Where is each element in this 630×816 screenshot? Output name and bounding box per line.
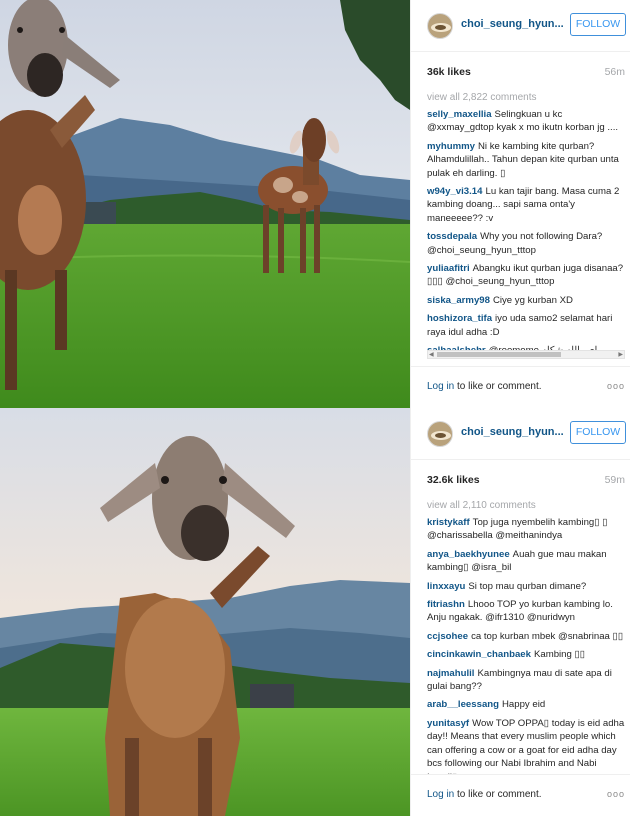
post-header: choi_seung_hyun... FOLLOW: [411, 408, 630, 460]
avatar[interactable]: [427, 13, 453, 39]
comment-item: myhummy Ni ke kambing kite qurban? Alhamd…: [427, 140, 625, 180]
comment-text: Ciye yg kurban XD: [492, 294, 573, 306]
likes-count: 32.6k likes: [427, 474, 480, 486]
scroll-right-icon[interactable]: ▶: [618, 351, 623, 358]
comment-username-link[interactable]: tossdepala: [427, 231, 477, 242]
login-prompt: Log in to like or comment.: [427, 381, 542, 392]
follow-button[interactable]: FOLLOW: [570, 13, 626, 36]
post-photo-2[interactable]: [0, 408, 410, 816]
comment-username-link[interactable]: linxxayu: [427, 581, 465, 592]
comment-text: Kambing ▯▯: [533, 649, 586, 661]
follow-button[interactable]: FOLLOW: [570, 421, 626, 444]
post-sidebar-1: choi_seung_hyun... FOLLOW 36k likes 56m …: [410, 0, 630, 408]
post-footer: Log in to like or comment. ooo: [411, 774, 630, 816]
scroll-thumb[interactable]: [437, 352, 561, 357]
post-photo-1[interactable]: [0, 0, 410, 408]
comment-username-link[interactable]: yunitasyf: [427, 718, 469, 729]
comment-item: selly_maxellia Selingkuan u kc @xxmay_gdt…: [427, 108, 625, 135]
comment-item: yuliaafitri Abangku ikut qurban juga disa…: [427, 262, 625, 289]
comment-username-link[interactable]: cincinkawin_chanbaek: [427, 649, 531, 660]
post-stats: 36k likes 56m: [427, 66, 625, 78]
comments-scrollbar[interactable]: ◀ ▶: [427, 350, 625, 359]
comment-username-link[interactable]: najmahulil: [427, 668, 474, 679]
login-rest-text: to like or comment.: [457, 381, 542, 392]
comment-text: ca top kurban mbek @snabrinaa ▯▯: [471, 630, 624, 642]
login-prompt: Log in to like or comment.: [427, 789, 542, 800]
comment-username-link[interactable]: selly_maxellia: [427, 109, 492, 120]
comments-list: selly_maxellia Selingkuan u kc @xxmay_gdt…: [427, 108, 625, 352]
comment-username-link[interactable]: hoshizora_tifa: [427, 313, 492, 324]
comment-username-link[interactable]: fitriashn: [427, 599, 465, 610]
comment-text: Happy eid: [502, 699, 546, 711]
comment-item: arab__leessang Happy eid: [427, 698, 625, 711]
more-options-icon[interactable]: ooo: [607, 789, 625, 799]
comment-username-link[interactable]: kristykaff: [427, 517, 470, 528]
username-link[interactable]: choi_seung_hyun...: [461, 18, 564, 30]
post-time[interactable]: 59m: [605, 474, 625, 486]
goat-photo-2: [0, 408, 410, 816]
goat-photo-1: [0, 0, 410, 408]
comment-item: linxxayu Si top mau qurban dimane?: [427, 580, 625, 593]
username-link[interactable]: choi_seung_hyun...: [461, 426, 564, 438]
more-options-icon[interactable]: ooo: [607, 381, 625, 391]
comment-item: najmahulil Kambingnya mau di sate apa di …: [427, 667, 625, 694]
login-link[interactable]: Log in: [427, 381, 454, 392]
post-footer: Log in to like or comment. ooo: [411, 366, 630, 408]
post-header: choi_seung_hyun... FOLLOW: [411, 0, 630, 52]
comment-item: w94y_vi3.14 Lu kan tajir bang. Masa cuma …: [427, 185, 625, 225]
login-link[interactable]: Log in: [427, 789, 454, 800]
login-rest-text: to like or comment.: [457, 789, 542, 800]
view-all-comments-link[interactable]: view all 2,110 comments: [427, 500, 536, 511]
avatar[interactable]: [427, 421, 453, 447]
comment-item: ccjsohee ca top kurban mbek @snabrinaa ▯▯: [427, 630, 625, 643]
scroll-left-icon[interactable]: ◀: [429, 351, 434, 358]
comments-list: kristykaff Top juga nyembelih kambing▯ ▯ …: [427, 516, 625, 774]
comment-username-link[interactable]: w94y_vi3.14: [427, 186, 482, 197]
comment-username-link[interactable]: arab__leessang: [427, 699, 499, 710]
view-all-comments-link[interactable]: view all 2,822 comments: [427, 92, 537, 103]
comment-item: siska_army98 Ciye yg kurban XD: [427, 294, 625, 307]
comment-username-link[interactable]: yuliaafitri: [427, 263, 470, 274]
comment-item: yunitasyf Wow TOP OPPA▯ today is eid adha…: [427, 717, 625, 774]
comment-item: fitriashn Lhooo TOP yo kurban kambing lo.…: [427, 598, 625, 625]
likes-count: 36k likes: [427, 66, 471, 78]
comment-item: tossdepala Why you not following Dara? @c…: [427, 230, 625, 257]
comment-username-link[interactable]: siska_army98: [427, 295, 490, 306]
comment-username-link[interactable]: ccjsohee: [427, 631, 468, 642]
post-sidebar-2: choi_seung_hyun... FOLLOW 32.6k likes 59…: [410, 408, 630, 816]
comment-item: cincinkawin_chanbaek Kambing ▯▯: [427, 648, 625, 661]
post-stats: 32.6k likes 59m: [427, 474, 625, 486]
comment-item: anya_baekhyunee Auah gue mau makan kambin…: [427, 548, 625, 575]
comment-item: hoshizora_tifa iyo uda samo2 selamat hari…: [427, 312, 625, 339]
comment-item: kristykaff Top juga nyembelih kambing▯ ▯ …: [427, 516, 625, 543]
post-time[interactable]: 56m: [605, 66, 625, 78]
comment-text: Si top mau qurban dimane?: [468, 580, 587, 592]
post-1: choi_seung_hyun... FOLLOW 36k likes 56m …: [0, 0, 630, 408]
comment-username-link[interactable]: myhummy: [427, 141, 475, 152]
comment-username-link[interactable]: anya_baekhyunee: [427, 549, 510, 560]
post-2: choi_seung_hyun... FOLLOW 32.6k likes 59…: [0, 408, 630, 816]
